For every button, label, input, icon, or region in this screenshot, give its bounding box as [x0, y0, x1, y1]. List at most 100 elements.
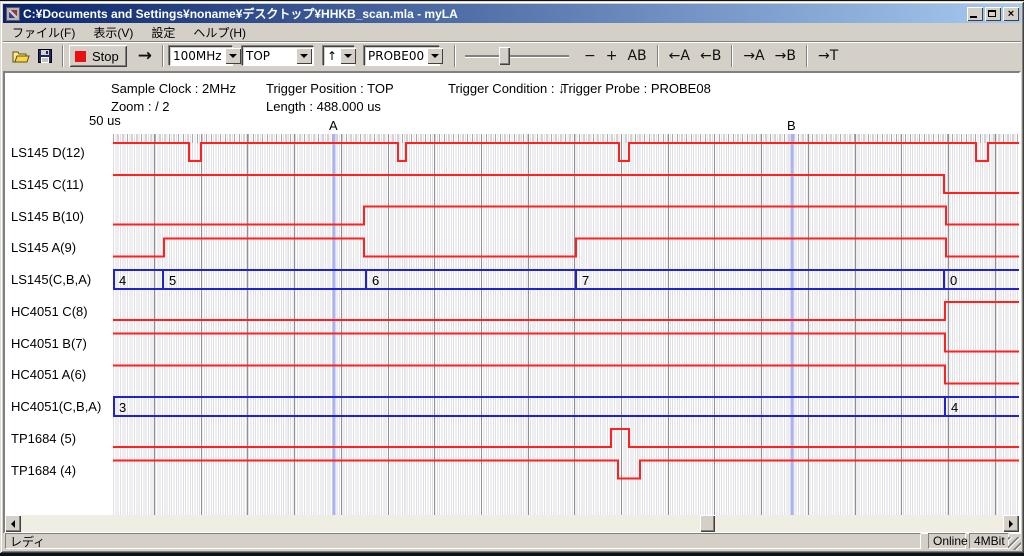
- signal-label-ls145-c-b-a[interactable]: LS145(C,B,A): [11, 272, 91, 288]
- run-arrow-icon: →: [138, 46, 152, 66]
- app-window: C:¥Documents and Settings¥noname¥デスクトップ¥…: [0, 1, 1024, 553]
- status-bar: レディ Online 4MBit: [3, 531, 1021, 550]
- scrollbar-thumb[interactable]: [700, 515, 715, 532]
- signal-label-ls145-d-12[interactable]: LS145 D(12): [11, 145, 85, 161]
- timing-plot[interactable]: 4567034: [113, 134, 1019, 515]
- zoom-out-button[interactable]: −: [579, 45, 601, 67]
- trigger-edge-select[interactable]: ↑: [323, 46, 355, 66]
- signal-label-tp1684-5[interactable]: TP1684 (5): [11, 431, 76, 447]
- dropdown-arrow-icon[interactable]: [225, 48, 241, 64]
- menu-item-help[interactable]: ヘルプ(H): [184, 23, 255, 42]
- trigger-probe-value: PROBE00: [365, 49, 427, 63]
- dropdown-arrow-icon[interactable]: [296, 48, 312, 64]
- title-bar[interactable]: C:¥Documents and Settings¥noname¥デスクトップ¥…: [3, 4, 1021, 23]
- waveform-trace: [113, 334, 1019, 352]
- toolbar-separator: [806, 45, 808, 67]
- scroll-right-button[interactable]: [1003, 515, 1019, 532]
- waveform-trace: [113, 302, 1019, 320]
- signal-label-hc4051-c-b-a[interactable]: HC4051(C,B,A): [11, 399, 101, 415]
- signal-label-ls145-c-11[interactable]: LS145 C(11): [11, 177, 84, 193]
- window-title: C:¥Documents and Settings¥noname¥デスクトップ¥…: [23, 5, 965, 22]
- signal-label-hc4051-b-7[interactable]: HC4051 B(7): [11, 336, 87, 352]
- menu-item-view[interactable]: 表示(V): [84, 23, 142, 42]
- zoom-ab-button[interactable]: AB: [622, 45, 651, 67]
- signal-label-ls145-b-10[interactable]: LS145 B(10): [11, 209, 84, 225]
- triangle-left-icon: [7, 520, 15, 528]
- sample-clock-value: 100MHz: [170, 49, 225, 63]
- toolbar: Stop → 100MHz TOP ↑ PROBE00 − + AB ←A ←B: [3, 41, 1021, 70]
- toolbar-separator: [657, 45, 659, 67]
- signal-label-hc4051-c-8[interactable]: HC4051 C(8): [11, 304, 88, 320]
- marker-b-label[interactable]: B: [787, 118, 796, 133]
- toolbar-separator: [454, 45, 456, 67]
- toolbar-separator: [162, 45, 164, 67]
- sample-clock-info: Sample Clock : 2MHz: [111, 81, 236, 96]
- app-icon[interactable]: [6, 7, 20, 21]
- bus-value: 5: [169, 273, 176, 288]
- minimize-icon: [970, 16, 977, 18]
- trigger-probe-select[interactable]: PROBE00: [364, 46, 440, 66]
- set-marker-a-button[interactable]: →A: [738, 45, 769, 67]
- goto-trigger-button[interactable]: →T: [813, 45, 843, 67]
- trigger-probe-info: Trigger Probe : PROBE08: [561, 81, 711, 96]
- sample-clock-select[interactable]: 100MHz: [169, 46, 233, 66]
- waveform-trace: [113, 207, 1019, 225]
- waveform-trace: [113, 238, 1019, 256]
- waveform-view[interactable]: Sample Clock : 2MHz Trigger Position : T…: [3, 71, 1021, 534]
- stop-button[interactable]: Stop: [69, 45, 127, 67]
- toolbar-separator: [62, 45, 64, 67]
- save-button[interactable]: [33, 45, 57, 67]
- triangle-right-icon: [1009, 520, 1017, 528]
- save-floppy-icon: [38, 49, 52, 63]
- stop-icon: [75, 51, 86, 62]
- zoom-in-button[interactable]: +: [601, 45, 623, 67]
- toolbar-separator: [731, 45, 733, 67]
- trigger-condition-info: Trigger Condition : ↓: [448, 81, 565, 96]
- trigger-position-info: Trigger Position : TOP: [266, 81, 394, 96]
- signal-label-hc4051-a-6[interactable]: HC4051 A(6): [11, 367, 86, 383]
- zoom-info: Zoom : / 2: [111, 99, 170, 114]
- zoom-slider[interactable]: [465, 45, 569, 67]
- close-button[interactable]: ×: [1003, 7, 1019, 21]
- open-folder-icon: [12, 49, 30, 63]
- resize-grip[interactable]: [1008, 537, 1021, 550]
- status-memory-pane: 4MBit: [969, 533, 1009, 549]
- scroll-left-button[interactable]: [5, 515, 21, 532]
- menu-item-settings[interactable]: 設定: [142, 23, 184, 42]
- goto-marker-b-button[interactable]: ←B: [695, 45, 726, 67]
- trigger-position-value: TOP: [243, 49, 296, 63]
- run-button[interactable]: →: [133, 45, 157, 67]
- maximize-icon: [988, 10, 996, 17]
- bus-value: 3: [119, 400, 126, 415]
- minimize-button[interactable]: [967, 7, 983, 21]
- length-info: Length : 488.000 us: [266, 99, 381, 114]
- waveform-trace: [113, 365, 1019, 383]
- bus-value: 4: [951, 400, 958, 415]
- menu-item-file[interactable]: ファイル(F): [3, 23, 84, 42]
- dropdown-arrow-icon[interactable]: [427, 48, 443, 64]
- close-icon: ×: [1008, 8, 1014, 20]
- horizontal-scrollbar[interactable]: [5, 515, 1019, 532]
- trigger-edge-value: ↑: [324, 49, 340, 63]
- status-ready-text: レディ: [10, 533, 45, 550]
- signal-label-ls145-a-9[interactable]: LS145 A(9): [11, 240, 76, 256]
- status-memory-text: 4MBit: [974, 534, 1005, 548]
- stop-label: Stop: [92, 49, 119, 64]
- zoom-slider-thumb[interactable]: [499, 47, 510, 65]
- goto-marker-a-button[interactable]: ←A: [664, 45, 695, 67]
- menu-bar: ファイル(F)表示(V)設定ヘルプ(H): [3, 24, 1021, 41]
- signal-label-tp1684-4[interactable]: TP1684 (4): [11, 463, 76, 479]
- dropdown-arrow-icon[interactable]: [340, 48, 356, 64]
- time-axis-label: 50 us: [89, 113, 121, 128]
- trigger-position-select[interactable]: TOP: [242, 46, 314, 66]
- marker-a-label[interactable]: A: [329, 118, 338, 133]
- status-online-pane: Online: [928, 533, 966, 549]
- maximize-button[interactable]: [985, 7, 1001, 21]
- status-message-pane: レディ: [5, 533, 921, 549]
- bus-value: 6: [372, 273, 379, 288]
- waveform-trace: [113, 143, 1019, 161]
- waveform-trace: [113, 429, 1019, 447]
- set-marker-b-button[interactable]: →B: [770, 45, 801, 67]
- bus-value: 7: [582, 273, 589, 288]
- open-file-button[interactable]: [9, 45, 33, 67]
